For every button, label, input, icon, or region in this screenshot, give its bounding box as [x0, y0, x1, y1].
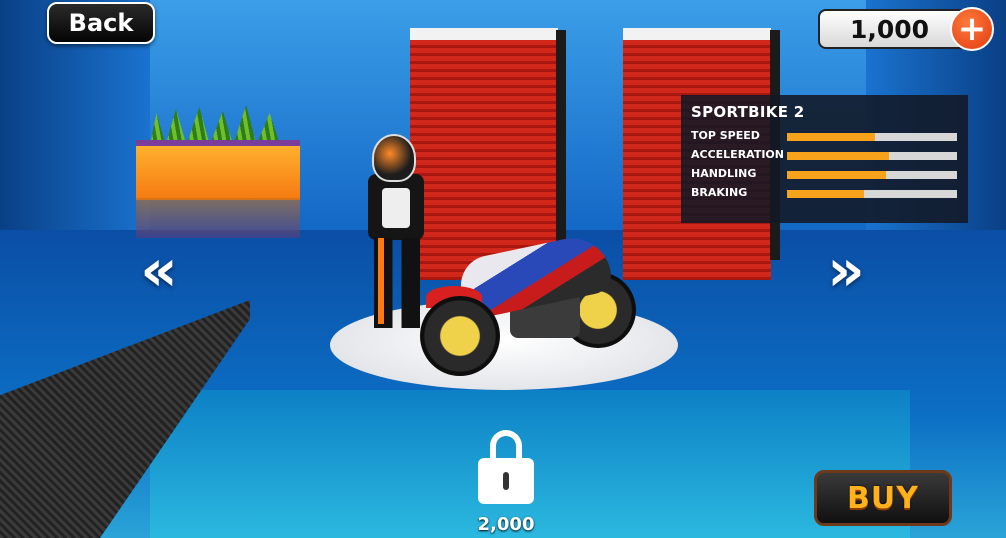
stat-label: TOP SPEED [691, 129, 760, 142]
chevron-left-icon[interactable]: « [137, 236, 181, 304]
padlock-keyhole [503, 472, 509, 490]
rider-chest-panel [382, 188, 410, 228]
bike-name: SPORTBIKE 2 [691, 103, 805, 121]
buy-button[interactable]: BUY [814, 470, 952, 526]
chevron-right-icon[interactable]: » [824, 236, 868, 304]
sportbike-model [420, 226, 640, 386]
back-button[interactable]: Back [47, 2, 155, 44]
stat-bar-fill [787, 190, 864, 198]
stat-bar-track [787, 190, 957, 198]
stat-row-braking: BRAKING [691, 186, 958, 205]
buy-button-label: BUY [847, 480, 919, 516]
stat-row-top-speed: TOP SPEED [691, 129, 958, 148]
stat-bar-track [787, 133, 957, 141]
stat-bar-fill [787, 133, 876, 141]
bike-front-wheel [420, 296, 500, 376]
padlock-icon [478, 430, 534, 504]
planter-reflection [136, 198, 300, 238]
stat-label: ACCELERATION [691, 148, 784, 161]
coin-balance-value: 1,000 [850, 15, 930, 44]
unlock-price: 2,000 [477, 514, 535, 535]
stat-label: BRAKING [691, 186, 748, 199]
stat-bar-track [787, 152, 957, 160]
stat-row-acceleration: ACCELERATION [691, 148, 958, 167]
stat-bar-track [787, 171, 957, 179]
add-coins-button[interactable]: + [950, 7, 994, 51]
stat-bar-fill [787, 152, 889, 160]
rider-helmet [372, 134, 416, 182]
stat-label: HANDLING [691, 167, 757, 180]
stat-row-handling: HANDLING [691, 167, 958, 186]
stat-bar-fill [787, 171, 886, 179]
planter-box [136, 140, 300, 200]
rider-stripe [378, 238, 384, 324]
bike-stats-panel: SPORTBIKE 2 TOP SPEED ACCELERATION HANDL… [681, 95, 968, 223]
